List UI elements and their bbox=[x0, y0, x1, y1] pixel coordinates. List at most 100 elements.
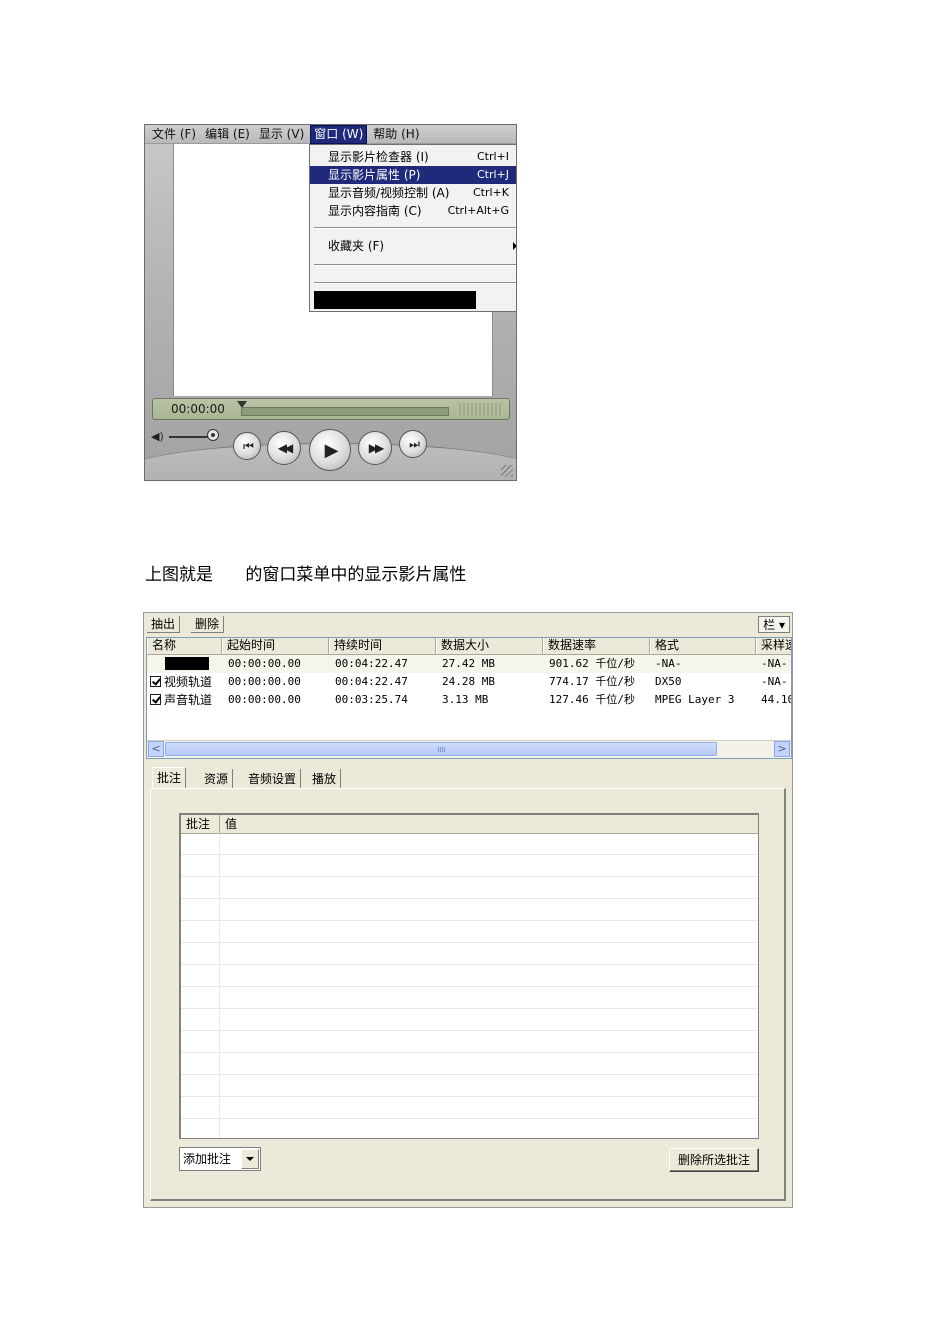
track-list: 名称 起始时间 持续时间 数据大小 数据速率 格式 采样速率 00:00:00.… bbox=[146, 637, 792, 759]
menu-file[interactable]: 文件 (F) bbox=[149, 126, 199, 143]
delete-selected-annotations-button[interactable]: 删除所选批注 bbox=[669, 1148, 759, 1172]
cell-name: 声音轨道 bbox=[150, 691, 212, 709]
menu-help[interactable]: 帮助 (H) bbox=[370, 126, 422, 143]
menu-item-av-controls[interactable]: 显示音频/视频控制 (A) Ctrl+K bbox=[310, 184, 516, 202]
menu-item-movie-properties[interactable]: 显示影片属性 (P) Ctrl+J bbox=[310, 166, 516, 184]
columns-button[interactable]: 栏 ▾ bbox=[758, 616, 790, 633]
menu-item-label: 显示影片检查器 (I) bbox=[328, 150, 429, 164]
movie-properties-window: 抽出 删除 栏 ▾ 名称 起始时间 持续时间 数据大小 数据速率 格式 采样速率… bbox=[143, 612, 793, 1208]
rewind-button[interactable]: ◀◀ bbox=[267, 431, 301, 465]
scroll-left-icon[interactable]: < bbox=[148, 741, 164, 757]
track-enabled-checkbox[interactable] bbox=[150, 676, 161, 687]
cell-format: DX50 bbox=[655, 675, 682, 688]
cell-duration: 00:04:22.47 bbox=[335, 675, 408, 688]
rewind-icon: ◀◀ bbox=[277, 441, 294, 455]
horizontal-scrollbar[interactable]: < > bbox=[147, 740, 791, 758]
volume-slider-track[interactable] bbox=[169, 436, 211, 438]
tab-playback[interactable]: 播放 bbox=[308, 769, 342, 789]
cell-start: 00:00:00.00 bbox=[228, 675, 301, 688]
cell-rate: 774.17 千位/秒 bbox=[549, 675, 635, 688]
cell-duration: 00:03:25.74 bbox=[335, 693, 408, 706]
annotations-rows bbox=[181, 833, 758, 1138]
fast-forward-icon: ▶▶ bbox=[368, 441, 385, 455]
table-row[interactable]: 视频轨道 00:00:00.00 00:04:22.47 24.28 MB 77… bbox=[147, 673, 791, 691]
cell-sample-rate: 44.10 bbox=[761, 693, 792, 706]
cell-size: 24.28 MB bbox=[442, 675, 495, 688]
play-icon: ▶ bbox=[324, 439, 339, 461]
caption-text: 上图就是 的窗口菜单中的显示影片属性 bbox=[145, 565, 467, 585]
menu-item-movie-inspector[interactable]: 显示影片检查器 (I) Ctrl+I bbox=[310, 148, 516, 166]
column-header-rate[interactable]: 数据速率 bbox=[543, 638, 650, 654]
menu-item-shortcut: Ctrl+Alt+G bbox=[447, 204, 509, 217]
redacted-movie-name bbox=[165, 657, 209, 670]
column-header-size[interactable]: 数据大小 bbox=[436, 638, 543, 654]
column-header-annotation[interactable]: 批注 bbox=[181, 815, 220, 833]
scrollbar-thumb[interactable] bbox=[165, 742, 717, 756]
cell-size: 27.42 MB bbox=[442, 657, 495, 670]
track-enabled-checkbox[interactable] bbox=[150, 694, 161, 705]
menu-item-favorites[interactable]: 收藏夹 (F) bbox=[310, 237, 516, 255]
menu-item-shortcut: Ctrl+J bbox=[476, 168, 509, 181]
add-annotation-label: 添加批注 bbox=[183, 1152, 232, 1166]
column-header-name[interactable]: 名称 bbox=[147, 638, 222, 654]
menu-view[interactable]: 显示 (V) bbox=[256, 126, 307, 143]
timeline-grip bbox=[457, 403, 503, 416]
table-row[interactable]: 声音轨道 00:00:00.00 00:03:25.74 3.13 MB 127… bbox=[147, 691, 792, 709]
menu-edit[interactable]: 编辑 (E) bbox=[202, 126, 253, 143]
timeline-track[interactable] bbox=[241, 407, 449, 416]
menu-item-label: 显示内容指南 (C) bbox=[328, 204, 422, 218]
tab-audio-settings[interactable]: 音频设置 bbox=[244, 769, 302, 789]
column-header-duration[interactable]: 持续时间 bbox=[329, 638, 436, 654]
annotations-column-divider bbox=[219, 833, 220, 1138]
menu-item-label: 收藏夹 (F) bbox=[328, 239, 385, 253]
column-header-format[interactable]: 格式 bbox=[650, 638, 756, 654]
play-button[interactable]: ▶ bbox=[309, 429, 351, 471]
menu-separator bbox=[314, 227, 516, 229]
delete-button[interactable]: 删除 bbox=[191, 616, 225, 633]
menu-item-shortcut: Ctrl+K bbox=[472, 186, 509, 199]
volume-icon: ◀) bbox=[151, 430, 164, 443]
track-name: 声音轨道 bbox=[164, 693, 213, 707]
resize-grip-icon[interactable] bbox=[501, 465, 513, 477]
menu-item-content-guide[interactable]: 显示内容指南 (C) Ctrl+Alt+G bbox=[310, 202, 516, 220]
to-start-button[interactable]: ⏮ bbox=[233, 432, 261, 460]
timeline-bar: 00:00:00 bbox=[152, 398, 510, 420]
cell-rate: 127.46 千位/秒 bbox=[549, 693, 635, 706]
quicktime-player-window: 文件 (F) 编辑 (E) 显示 (V) 窗口 (W) 帮助 (H) 显示影片检… bbox=[144, 124, 517, 481]
menu-item-shortcut: Ctrl+I bbox=[476, 150, 509, 163]
redacted-menu-item bbox=[314, 291, 476, 309]
menubar: 文件 (F) 编辑 (E) 显示 (V) 窗口 (W) 帮助 (H) bbox=[145, 125, 516, 144]
to-end-button[interactable]: ⏭ bbox=[399, 430, 427, 458]
menu-window[interactable]: 窗口 (W) bbox=[310, 125, 368, 144]
menu-separator bbox=[314, 264, 516, 266]
cell-sample-rate: -NA- bbox=[761, 675, 788, 688]
cell-format: MPEG Layer 3 bbox=[655, 693, 735, 706]
extract-button[interactable]: 抽出 bbox=[147, 616, 181, 633]
skip-back-icon: ⏮ bbox=[243, 438, 254, 453]
column-header-start[interactable]: 起始时间 bbox=[222, 638, 329, 654]
column-header-value[interactable]: 值 bbox=[220, 815, 758, 833]
track-list-header: 名称 起始时间 持续时间 数据大小 数据速率 格式 采样速率 bbox=[147, 638, 791, 655]
annotations-table: 批注 值 bbox=[179, 813, 759, 1139]
menu-item-label: 显示音频/视频控制 (A) bbox=[328, 186, 450, 200]
table-row[interactable]: 00:00:00.00 00:04:22.47 27.42 MB 901.62 … bbox=[147, 655, 791, 673]
column-header-sample-rate[interactable]: 采样速率 bbox=[756, 638, 791, 654]
fast-forward-button[interactable]: ▶▶ bbox=[358, 431, 392, 465]
track-name: 视频轨道 bbox=[164, 675, 213, 689]
cell-format: -NA- bbox=[655, 657, 682, 670]
scroll-right-icon[interactable]: > bbox=[774, 741, 790, 757]
tab-annotations[interactable]: 批注 bbox=[152, 767, 187, 789]
properties-toolbar: 抽出 删除 栏 ▾ bbox=[144, 613, 792, 635]
chevron-down-icon[interactable] bbox=[241, 1149, 259, 1169]
cell-sample-rate: -NA- bbox=[761, 657, 788, 670]
submenu-arrow-icon bbox=[513, 242, 516, 250]
tab-resources[interactable]: 资源 bbox=[200, 769, 234, 789]
cell-duration: 00:04:22.47 bbox=[335, 657, 408, 670]
add-annotation-select[interactable]: 添加批注 bbox=[179, 1147, 261, 1171]
volume-slider-knob[interactable] bbox=[207, 429, 219, 441]
skip-forward-icon: ⏭ bbox=[409, 436, 420, 451]
cell-rate: 901.62 千位/秒 bbox=[549, 657, 635, 670]
menu-separator bbox=[314, 282, 516, 284]
annotations-header: 批注 值 bbox=[181, 815, 758, 834]
cell-name: 视频轨道 bbox=[150, 673, 212, 691]
